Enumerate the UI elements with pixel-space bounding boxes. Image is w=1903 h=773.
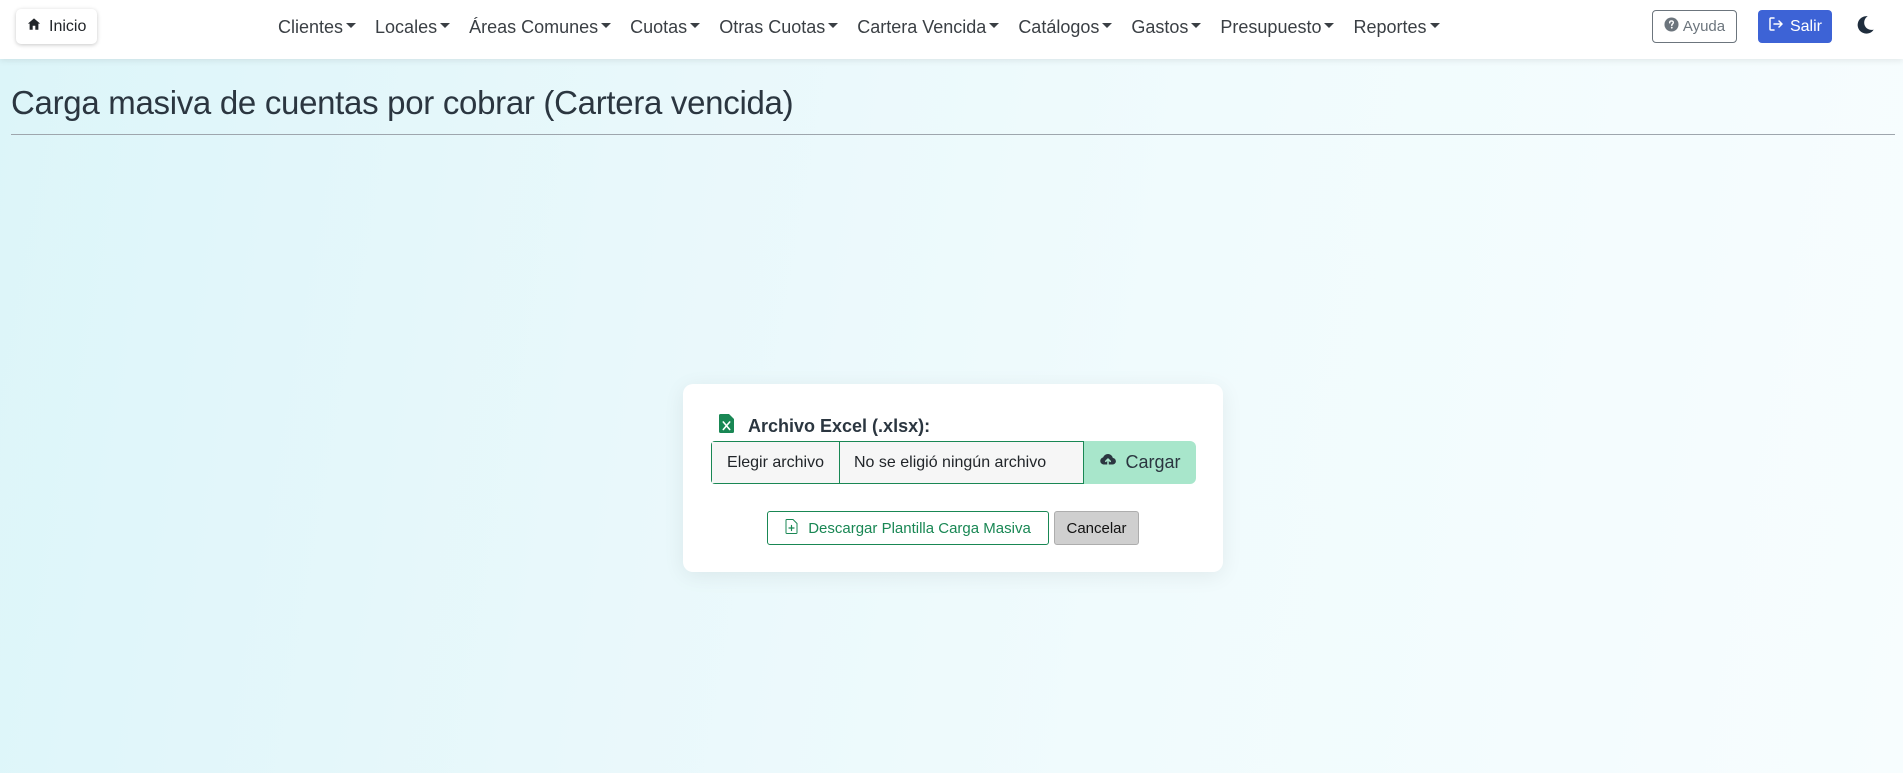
upload-card: Archivo Excel (.xlsx): Elegir archivo No… <box>683 384 1223 572</box>
menu-gastos[interactable]: Gastos <box>1131 16 1202 38</box>
file-plus-icon <box>785 518 798 538</box>
cancel-button[interactable]: Cancelar <box>1054 511 1139 545</box>
menu-label: Presupuesto <box>1220 16 1322 37</box>
menu-label: Áreas Comunes <box>469 16 599 37</box>
caret-down-icon <box>828 22 839 28</box>
file-status-text: No se eligió ningún archivo <box>840 442 1083 483</box>
choose-file-button[interactable]: Elegir archivo <box>712 442 840 483</box>
moon-icon <box>1854 16 1876 40</box>
download-template-button[interactable]: Descargar Plantilla Carga Masiva <box>767 511 1049 545</box>
caret-down-icon <box>1324 22 1335 28</box>
page-title: Carga masiva de cuentas por cobrar (Cart… <box>11 84 794 121</box>
menu-label: Cartera Vencida <box>857 16 987 37</box>
upload-label: Cargar <box>1125 452 1181 472</box>
menu-label: Otras Cuotas <box>719 16 826 37</box>
question-circle-icon <box>1664 17 1679 36</box>
help-label: Ayuda <box>1682 18 1726 35</box>
excel-file-icon <box>719 414 734 438</box>
menu-label: Locales <box>375 16 438 37</box>
menu-cartera-vencida[interactable]: Cartera Vencida <box>857 16 1000 38</box>
file-field-label: Archivo Excel (.xlsx): <box>748 415 931 436</box>
theme-toggle-button[interactable] <box>1854 14 1876 36</box>
menu-label: Gastos <box>1131 16 1189 37</box>
logout-label: Salir <box>1789 17 1822 35</box>
menu-cuotas[interactable]: Cuotas <box>630 16 701 38</box>
menu-label: Catálogos <box>1018 16 1100 37</box>
file-input[interactable]: Elegir archivo No se eligió ningún archi… <box>711 441 1084 484</box>
menu-reportes[interactable]: Reportes <box>1353 16 1440 38</box>
caret-down-icon <box>690 22 701 28</box>
menu-clientes[interactable]: Clientes <box>278 16 357 38</box>
menu-catalogos[interactable]: Catálogos <box>1018 16 1113 38</box>
menu-areas-comunes[interactable]: Áreas Comunes <box>469 16 612 38</box>
main-menu: Clientes Locales Áreas Comunes Cuotas Ot… <box>278 0 1440 54</box>
menu-label: Clientes <box>278 16 344 37</box>
menu-locales[interactable]: Locales <box>375 16 451 38</box>
caret-down-icon <box>1102 22 1113 28</box>
menu-presupuesto[interactable]: Presupuesto <box>1220 16 1335 38</box>
upload-button[interactable]: Cargar <box>1084 441 1196 484</box>
cloud-upload-icon <box>1099 451 1117 474</box>
title-divider <box>11 134 1895 135</box>
menu-label: Cuotas <box>630 16 688 37</box>
logout-button[interactable]: Salir <box>1758 10 1832 43</box>
caret-down-icon <box>1429 22 1440 28</box>
menu-otras-cuotas[interactable]: Otras Cuotas <box>719 16 839 38</box>
sign-out-icon <box>1768 16 1784 37</box>
home-button[interactable]: Inicio <box>16 9 98 44</box>
file-label-row: Archivo Excel (.xlsx): <box>719 414 930 438</box>
caret-down-icon <box>1191 22 1202 28</box>
home-label: Inicio <box>49 17 87 35</box>
caret-down-icon <box>989 22 1000 28</box>
help-button[interactable]: Ayuda <box>1652 10 1737 43</box>
home-icon <box>27 17 41 36</box>
top-navbar: Inicio Clientes Locales Áreas Comunes Cu… <box>0 0 1903 59</box>
menu-label: Reportes <box>1353 16 1427 37</box>
caret-down-icon <box>440 22 451 28</box>
caret-down-icon <box>601 22 612 28</box>
caret-down-icon <box>346 22 357 28</box>
download-template-label: Descargar Plantilla Carga Masiva <box>808 519 1031 537</box>
